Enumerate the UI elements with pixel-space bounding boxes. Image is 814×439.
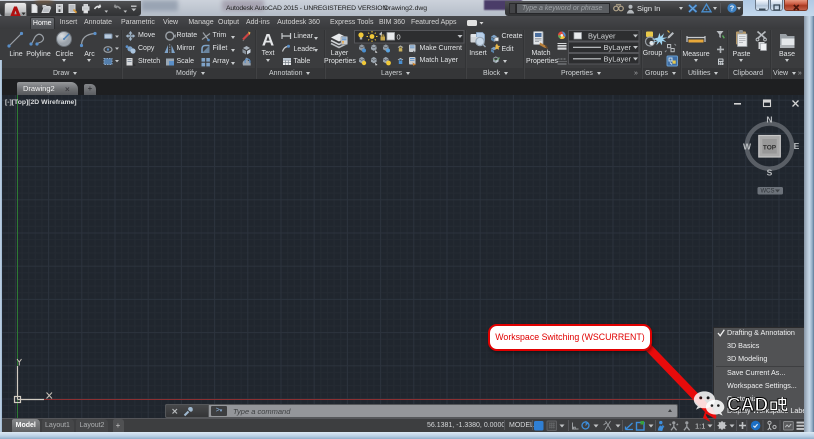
svg-text:ByLayer: ByLayer (588, 31, 616, 40)
svg-text:W: W (743, 142, 752, 152)
svg-text:N: N (766, 115, 772, 125)
svg-text:0: 0 (397, 32, 401, 41)
svg-text:ByLayer: ByLayer (604, 54, 632, 63)
svg-text:?: ? (730, 6, 734, 13)
svg-text:A: A (262, 30, 274, 49)
svg-text:ByLayer: ByLayer (604, 43, 632, 52)
svg-text:S: S (767, 168, 773, 178)
svg-text:E: E (794, 141, 800, 151)
svg-text:WCS: WCS (761, 189, 775, 195)
svg-text:TOP: TOP (763, 144, 777, 151)
